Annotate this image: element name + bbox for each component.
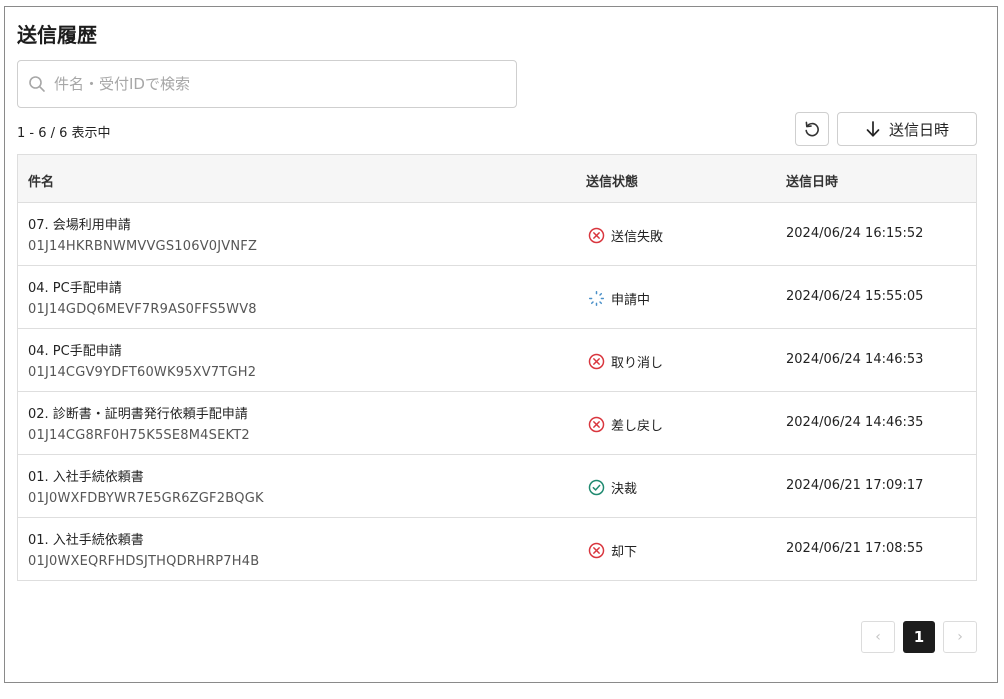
pagination-prev-button[interactable]: ‹ — [861, 621, 895, 653]
column-header-date: 送信日時 — [786, 175, 839, 190]
error-circle-icon — [588, 416, 605, 433]
history-table: 件名 送信状態 送信日時 07. 会場利用申請 01J14HKRBNWMVVGS… — [17, 154, 977, 581]
column-header-status: 送信状態 — [586, 175, 639, 190]
chevron-right-icon: › — [957, 629, 963, 645]
row-status: 却下 — [588, 541, 637, 560]
row-date: 2024/06/21 17:08:55 — [786, 541, 924, 556]
refresh-icon — [805, 121, 819, 137]
row-status: 決裁 — [588, 478, 637, 497]
send-history-panel: 送信履歴 1 - 6 / 6 表示中 送信日時 件名 送信状態 送信日時 07.… — [4, 6, 998, 683]
row-date: 2024/06/21 17:09:17 — [786, 478, 924, 493]
result-count: 1 - 6 / 6 表示中 — [17, 126, 111, 141]
pagination-page-current[interactable]: 1 — [903, 621, 935, 653]
sort-button-label: 送信日時 — [888, 120, 949, 139]
row-status-label: 申請中 — [611, 293, 651, 308]
chevron-left-icon: ‹ — [875, 629, 881, 645]
refresh-button[interactable] — [795, 112, 829, 146]
row-status: 差し戻し — [588, 415, 663, 434]
row-date: 2024/06/24 16:15:52 — [786, 226, 924, 241]
search-icon — [29, 76, 45, 92]
table-row[interactable]: 04. PC手配申請 01J14CGV9YDFT60WK95XV7TGH2 取り… — [18, 329, 976, 392]
table-row[interactable]: 01. 入社手続依頼書 01J0WXEQRFHDSJTHQDRHRP7H4B 却… — [18, 518, 976, 581]
row-receipt-id: 01J14GDQ6MEVF7R9AS0FFS5WV8 — [28, 302, 257, 317]
row-receipt-id: 01J0WXEQRFHDSJTHQDRHRP7H4B — [28, 554, 260, 569]
row-status-label: 却下 — [611, 545, 638, 560]
search-input[interactable] — [54, 75, 494, 93]
sort-by-date-button[interactable]: 送信日時 — [837, 112, 977, 146]
error-circle-icon — [588, 542, 605, 559]
pending-spinner-icon — [588, 290, 605, 307]
table-header: 件名 送信状態 送信日時 — [18, 155, 976, 203]
row-date: 2024/06/24 14:46:53 — [786, 352, 924, 367]
row-name: 04. PC手配申請 — [28, 344, 122, 359]
row-receipt-id: 01J14CG8RF0H75K5SE8M4SEKT2 — [28, 428, 250, 443]
row-name: 04. PC手配申請 — [28, 281, 122, 296]
row-name: 07. 会場利用申請 — [28, 218, 131, 233]
row-status-label: 取り消し — [611, 356, 664, 371]
arrow-down-icon — [866, 121, 880, 137]
row-receipt-id: 01J14CGV9YDFT60WK95XV7TGH2 — [28, 365, 257, 380]
row-name: 02. 診断書・証明書発行依頼手配申請 — [28, 407, 248, 422]
row-status-label: 送信失敗 — [611, 230, 664, 245]
row-name: 01. 入社手続依頼書 — [28, 470, 144, 485]
check-circle-icon — [588, 479, 605, 496]
row-status: 送信失敗 — [588, 226, 663, 245]
row-status-label: 差し戻し — [611, 419, 664, 434]
row-status: 申請中 — [588, 289, 650, 308]
table-row[interactable]: 04. PC手配申請 01J14GDQ6MEVF7R9AS0FFS5WV8 申請… — [18, 266, 976, 329]
error-circle-icon — [588, 353, 605, 370]
row-name: 01. 入社手続依頼書 — [28, 533, 144, 548]
table-row[interactable]: 02. 診断書・証明書発行依頼手配申請 01J14CG8RF0H75K5SE8M… — [18, 392, 976, 455]
row-receipt-id: 01J14HKRBNWMVVGS106V0JVNFZ — [28, 239, 258, 254]
pagination-next-button[interactable]: › — [943, 621, 977, 653]
error-circle-icon — [588, 227, 605, 244]
table-row[interactable]: 01. 入社手続依頼書 01J0WXFDBYWR7E5GR6ZGF2BQGK 決… — [18, 455, 976, 518]
column-header-name: 件名 — [28, 175, 55, 190]
row-date: 2024/06/24 15:55:05 — [786, 289, 924, 304]
row-status-label: 決裁 — [611, 482, 638, 497]
row-status: 取り消し — [588, 352, 663, 371]
table-row[interactable]: 07. 会場利用申請 01J14HKRBNWMVVGS106V0JVNFZ 送信… — [18, 203, 976, 266]
page-title: 送信履歴 — [17, 23, 97, 47]
search-box[interactable] — [17, 60, 517, 108]
row-receipt-id: 01J0WXFDBYWR7E5GR6ZGF2BQGK — [28, 491, 264, 506]
row-date: 2024/06/24 14:46:35 — [786, 415, 924, 430]
